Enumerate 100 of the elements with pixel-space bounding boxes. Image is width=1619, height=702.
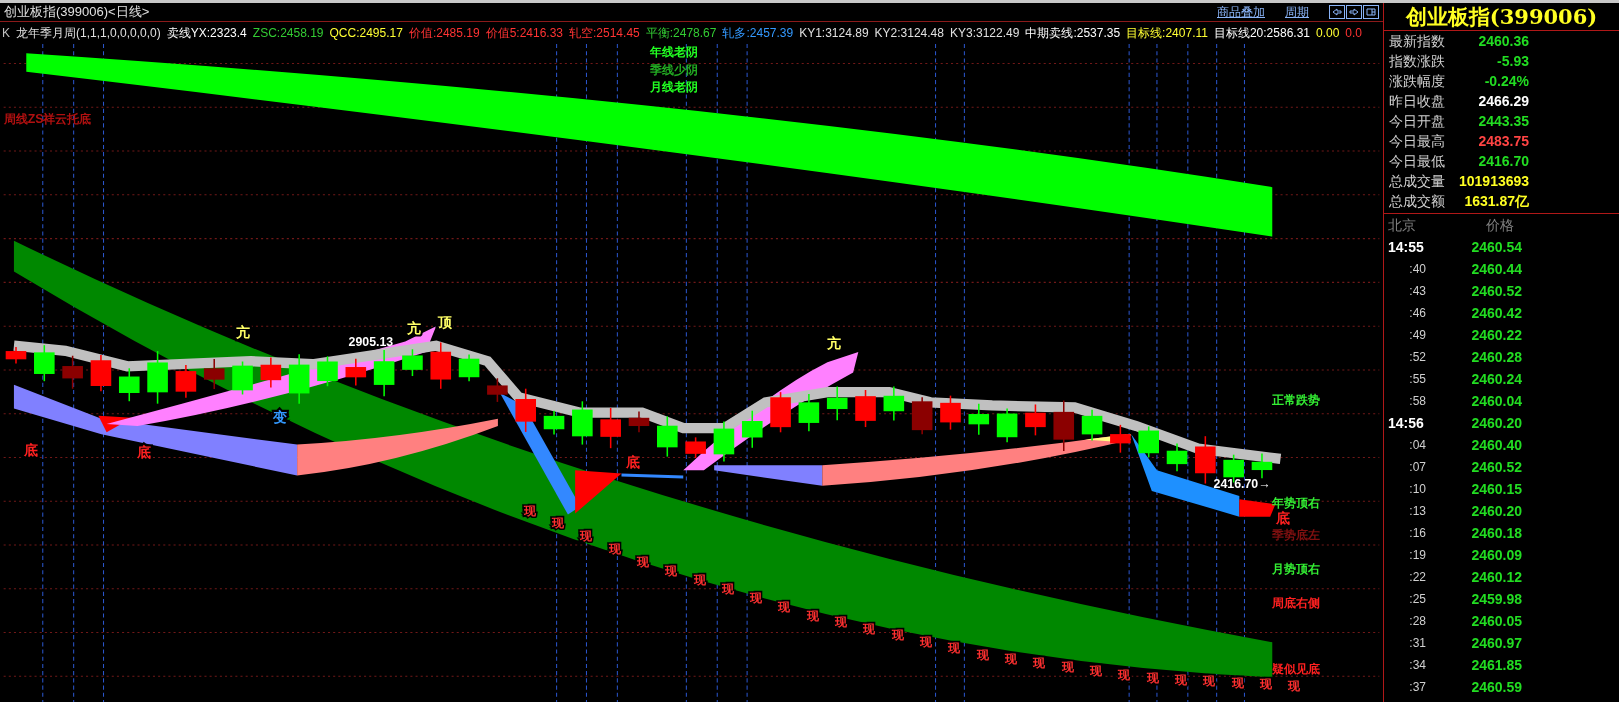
candlestick	[1025, 403, 1046, 437]
tick-time: :25	[1408, 591, 1426, 608]
stat-label: 最新指数	[1389, 32, 1446, 51]
toolbar-link[interactable]: 周期	[1285, 3, 1309, 21]
tick-price: 2460.59	[1470, 677, 1522, 697]
indicator-value: 卖线YX:2323.4	[166, 25, 247, 42]
stat-label: 昨日收盘	[1389, 92, 1446, 111]
candlestick	[685, 436, 706, 459]
candlestick	[798, 393, 820, 432]
signal-label: 底	[1276, 509, 1291, 526]
layout-icon[interactable]	[1363, 5, 1379, 19]
candlestick	[741, 409, 763, 449]
tick-price: 2460.09	[1470, 545, 1522, 565]
right-arrow-icon[interactable]	[1346, 5, 1362, 19]
price-label: 2905.13	[348, 334, 394, 349]
candlestick	[175, 364, 197, 399]
indicator-value: KY2:3124.48	[874, 25, 944, 42]
candlestick	[826, 385, 848, 422]
trend-label: 季势底左	[1272, 528, 1321, 543]
tick-time: :55	[1408, 371, 1426, 388]
candlestick	[203, 358, 225, 390]
signal-label: 现	[835, 615, 848, 630]
tick-price: 2460.44	[1470, 259, 1522, 279]
signal-label: 现	[523, 503, 536, 518]
candlestick	[543, 409, 565, 436]
tick-time: :58	[1408, 393, 1426, 410]
indicator-value: K	[2, 25, 10, 42]
quote-title: 创业板指(399006)	[1405, 3, 1598, 31]
column-header: 价格	[1485, 215, 1514, 235]
chart-label: 月线老阴	[650, 80, 699, 95]
price-label: 2416.70→	[1213, 476, 1271, 491]
tick-time: :16	[1408, 525, 1426, 542]
candlestick	[118, 367, 140, 402]
signal-label: 底	[24, 441, 39, 458]
candlestick	[628, 410, 650, 433]
candlestick	[855, 389, 876, 428]
indicator-value: QCC:2495.17	[329, 25, 403, 42]
tick-price: 2460.28	[1470, 347, 1522, 367]
signal-label: 现	[665, 564, 678, 578]
signal-label: 现	[636, 555, 649, 570]
stat-value: 2483.75	[1477, 132, 1529, 151]
candlestick	[883, 385, 905, 422]
signal-label: 现	[948, 641, 961, 656]
tick-price: 2460.52	[1470, 281, 1522, 301]
candlestick	[572, 400, 593, 446]
stat-value: -5.93	[1496, 52, 1529, 71]
chart-label: 季线少阴	[650, 62, 699, 77]
column-header: 北京	[1388, 215, 1417, 235]
signal-label: 亢	[407, 320, 422, 337]
indicator-value: 0.0	[1345, 25, 1363, 42]
indicator-value: 目标线:2407.11	[1126, 25, 1208, 42]
signal-label: 现	[1231, 675, 1244, 690]
signal-label: 亢	[236, 324, 251, 341]
signal-label: 现	[721, 581, 734, 596]
signal-label: 现	[693, 572, 706, 587]
toolbar-link[interactable]: 商品叠加	[1217, 3, 1265, 21]
indicator-value: ZSC:2458.19	[252, 25, 324, 42]
candlestick	[515, 387, 536, 433]
chart-label: 年线老阴	[650, 45, 699, 60]
tick-time: :34	[1408, 657, 1426, 674]
candlestick	[1110, 424, 1131, 454]
signal-label: 现	[750, 590, 763, 605]
candlestick	[1251, 452, 1273, 480]
signal-label: 现	[863, 621, 876, 636]
tick-price: 2460.04	[1470, 391, 1522, 411]
tick-price: 2460.42	[1470, 303, 1522, 323]
candlestick	[996, 407, 1018, 444]
candlestick	[345, 358, 367, 387]
tick-price: 2461.85	[1470, 655, 1522, 675]
tick-price: 2460.52	[1470, 457, 1522, 477]
tick-time: :46	[1408, 305, 1426, 322]
signal-label: 现	[580, 529, 593, 544]
chart-title: 创业板指(399006)<日线>	[4, 3, 150, 22]
tick-time: :22	[1408, 569, 1426, 586]
tick-time: :04	[1408, 437, 1426, 454]
signal-label: 现	[1288, 678, 1301, 693]
indicator-value: 平衡:2478.67	[645, 25, 717, 42]
stat-label: 今日开盘	[1389, 112, 1446, 131]
tick-time: :37	[1408, 679, 1426, 696]
signal-label: 现	[551, 516, 564, 531]
indicator-value: 0.00	[1316, 25, 1340, 42]
stat-value: 2443.35	[1477, 112, 1529, 131]
signal-label: 现	[1061, 659, 1074, 674]
tick-time: :13	[1408, 503, 1426, 520]
stat-value: 2416.70	[1477, 152, 1529, 171]
stat-label: 指数涨跌	[1389, 52, 1446, 71]
tick-price: 2460.18	[1470, 523, 1522, 543]
left-arrow-icon[interactable]	[1329, 5, 1345, 19]
tick-price: 2460.40	[1470, 435, 1522, 455]
candlestick	[1166, 442, 1188, 473]
signal-label: 变	[273, 408, 288, 425]
trend-label: 年势顶右	[1272, 496, 1321, 511]
stat-value: 1631.87亿	[1463, 192, 1529, 211]
tick-price: 2460.05	[1470, 611, 1522, 631]
stat-value: 2466.29	[1477, 92, 1529, 111]
candlestick	[713, 420, 735, 463]
signal-label: 现	[1259, 677, 1272, 692]
candlestick	[458, 353, 480, 383]
stat-label: 总成交量	[1389, 172, 1446, 191]
candlestick	[317, 355, 338, 387]
